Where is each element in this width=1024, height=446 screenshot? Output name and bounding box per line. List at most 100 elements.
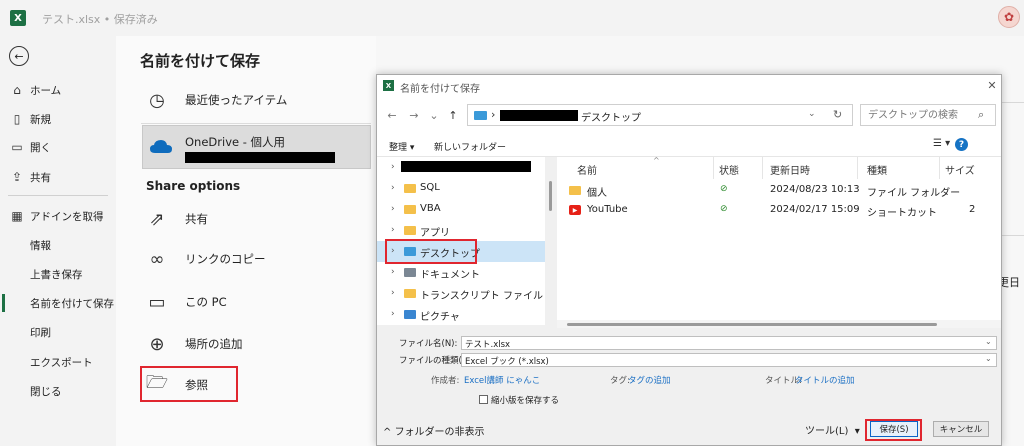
divider	[1002, 102, 1024, 103]
command-bar: 整理 ▾ 新しいフォルダー ☰ ▾ ?	[377, 133, 1001, 157]
tree-item-label: ピクチャ	[420, 312, 460, 323]
new-folder-button[interactable]: 新しいフォルダー	[434, 140, 506, 153]
tree-item-label: トランスクリプト ファイル	[420, 291, 543, 302]
filename-field[interactable]: テスト.xlsx ⌄	[461, 336, 997, 350]
nav-item-print[interactable]: 印刷	[0, 321, 116, 343]
nav-item-label: 名前を付けて保存	[30, 297, 114, 310]
view-options-icon[interactable]: ☰ ▾	[933, 138, 950, 149]
tree-item-label: アプリ	[420, 228, 450, 239]
pictures-icon	[404, 310, 416, 319]
chevron-right-icon: ›	[391, 225, 395, 235]
nav-item-info[interactable]: 情報	[0, 234, 116, 256]
divider	[939, 157, 940, 179]
nav-item-addins[interactable]: ▦ アドインを取得	[0, 205, 116, 227]
tools-menu[interactable]: ツール(L) ▾	[805, 422, 860, 437]
highlight-box	[140, 366, 238, 402]
address-bar[interactable]: › デスクトップ ⌄ ↻	[467, 104, 853, 126]
help-icon[interactable]: ?	[955, 138, 968, 151]
youtube-icon: ▶	[569, 205, 581, 215]
scroll-thumb[interactable]	[567, 323, 937, 326]
nav-item-label: 共有	[30, 171, 51, 184]
avatar[interactable]: ✿	[998, 6, 1020, 28]
share-arrow-icon: ⇗	[149, 208, 165, 230]
column-header-size[interactable]: サイズ	[945, 162, 975, 177]
back-arrow-icon[interactable]: ←	[9, 46, 29, 66]
location-label: 場所の追加	[185, 337, 243, 351]
chevron-right-icon: ›	[391, 309, 395, 319]
forward-arrow-icon[interactable]: →	[407, 108, 421, 122]
title-input[interactable]: タイトルの追加	[795, 374, 855, 386]
chevron-down-icon[interactable]: ⌄	[808, 109, 816, 119]
scroll-thumb[interactable]	[549, 181, 552, 211]
nav-item-close[interactable]: 閉じる	[0, 380, 116, 402]
nav-item-label: 印刷	[30, 326, 51, 339]
save-as-pane: 名前を付けて保存 ◷ 最近使ったアイテム OneDrive - 個人用 Shar…	[116, 36, 376, 446]
tree-item-documents[interactable]: › ドキュメント	[377, 262, 545, 283]
nav-item-home[interactable]: ⌂ ホーム	[0, 79, 116, 101]
search-icon[interactable]: ⌕	[978, 108, 984, 122]
location-onedrive[interactable]: OneDrive - 個人用	[142, 125, 371, 169]
location-share[interactable]: ⇗ 共有	[141, 199, 371, 239]
close-icon[interactable]: ✕	[985, 78, 999, 92]
chevron-down-icon[interactable]: ⌄	[985, 337, 992, 346]
tree-scrollbar[interactable]	[547, 157, 555, 325]
tree-item-redacted[interactable]: ›	[377, 157, 545, 178]
nav-item-save[interactable]: 上書き保存	[0, 263, 116, 285]
chevron-down-icon[interactable]: ⌄	[985, 354, 992, 363]
column-header-type[interactable]: 種類	[867, 162, 887, 177]
hide-folders-toggle[interactable]: ^ フォルダーの非表示	[383, 423, 485, 438]
chevron-right-icon: ›	[491, 108, 496, 121]
back-arrow-icon[interactable]: ←	[385, 108, 399, 122]
nav-item-open[interactable]: ▭ 開く	[0, 136, 116, 158]
tree-item-vba[interactable]: › VBA	[377, 199, 545, 220]
chevron-down-icon[interactable]: ⌄	[427, 108, 441, 122]
excel-logo-icon: X	[383, 80, 394, 91]
new-doc-icon: ▯	[13, 112, 21, 126]
column-header-modified[interactable]: 更新日時	[770, 162, 810, 177]
cancel-button[interactable]: キャンセル	[933, 421, 989, 437]
column-header-status[interactable]: 状態	[719, 162, 739, 177]
tree-item-pictures[interactable]: › ピクチャ	[377, 304, 545, 325]
table-row[interactable]: 個人 ⊘ 2024/08/23 10:13 ファイル フォルダー	[557, 180, 1001, 200]
author-value[interactable]: Excel講師 にゃんこ	[464, 374, 540, 386]
nav-item-export[interactable]: エクスポート	[0, 351, 116, 373]
dialog-title: 名前を付けて保存	[400, 84, 480, 95]
tree-item-apps[interactable]: › アプリ	[377, 220, 545, 241]
sync-status-icon: ⊘	[720, 184, 728, 194]
onedrive-cloud-icon	[150, 140, 172, 153]
divider	[762, 157, 763, 179]
address-row: ← → ⌄ ↑ › デスクトップ ⌄ ↻ ⌕	[377, 97, 1001, 133]
table-row[interactable]: ▶ YouTube ⊘ 2024/02/17 15:09 ショートカット 2	[557, 200, 1001, 220]
nav-item-label: ホーム	[30, 84, 62, 97]
nav-item-label: 上書き保存	[30, 268, 83, 281]
computer-icon: ▭	[148, 291, 166, 313]
folder-icon	[404, 205, 416, 214]
share-icon: ⇪	[11, 170, 23, 184]
up-arrow-icon[interactable]: ↑	[446, 108, 460, 122]
nav-item-save-as[interactable]: 名前を付けて保存	[0, 292, 116, 314]
nav-item-share[interactable]: ⇪ 共有	[0, 166, 116, 188]
location-label: この PC	[185, 295, 227, 309]
location-label: 最近使ったアイテム	[185, 93, 288, 107]
search-input[interactable]	[861, 105, 973, 125]
tree-item-transcripts[interactable]: › トランスクリプト ファイル	[377, 283, 545, 304]
save-thumbnail-checkbox[interactable]	[479, 395, 488, 404]
location-this-pc[interactable]: ▭ この PC	[141, 282, 371, 322]
location-recent[interactable]: ◷ 最近使ったアイテム	[141, 80, 371, 120]
location-add-place[interactable]: ⊕ 場所の追加	[141, 324, 371, 364]
filetype-select[interactable]: Excel ブック (*.xlsx) ⌄	[461, 353, 997, 367]
tags-input[interactable]: タグの追加	[628, 374, 671, 386]
tree-item-sql[interactable]: › SQL	[377, 178, 545, 199]
nav-item-label: 新規	[30, 113, 51, 126]
redacted-account	[185, 152, 335, 163]
location-copy-link[interactable]: ∞ リンクのコピー	[141, 239, 371, 279]
nav-item-new[interactable]: ▯ 新規	[0, 108, 116, 130]
file-list-scrollbar[interactable]	[557, 320, 1001, 328]
column-header-name[interactable]: 名前	[577, 162, 597, 177]
page-title: 名前を付けて保存	[140, 52, 261, 70]
folder-icon	[404, 289, 416, 298]
refresh-icon[interactable]: ↻	[833, 108, 842, 121]
filetype-value: Excel ブック (*.xlsx)	[465, 357, 549, 367]
organize-menu[interactable]: 整理 ▾	[389, 140, 414, 153]
search-box: ⌕	[860, 104, 996, 126]
